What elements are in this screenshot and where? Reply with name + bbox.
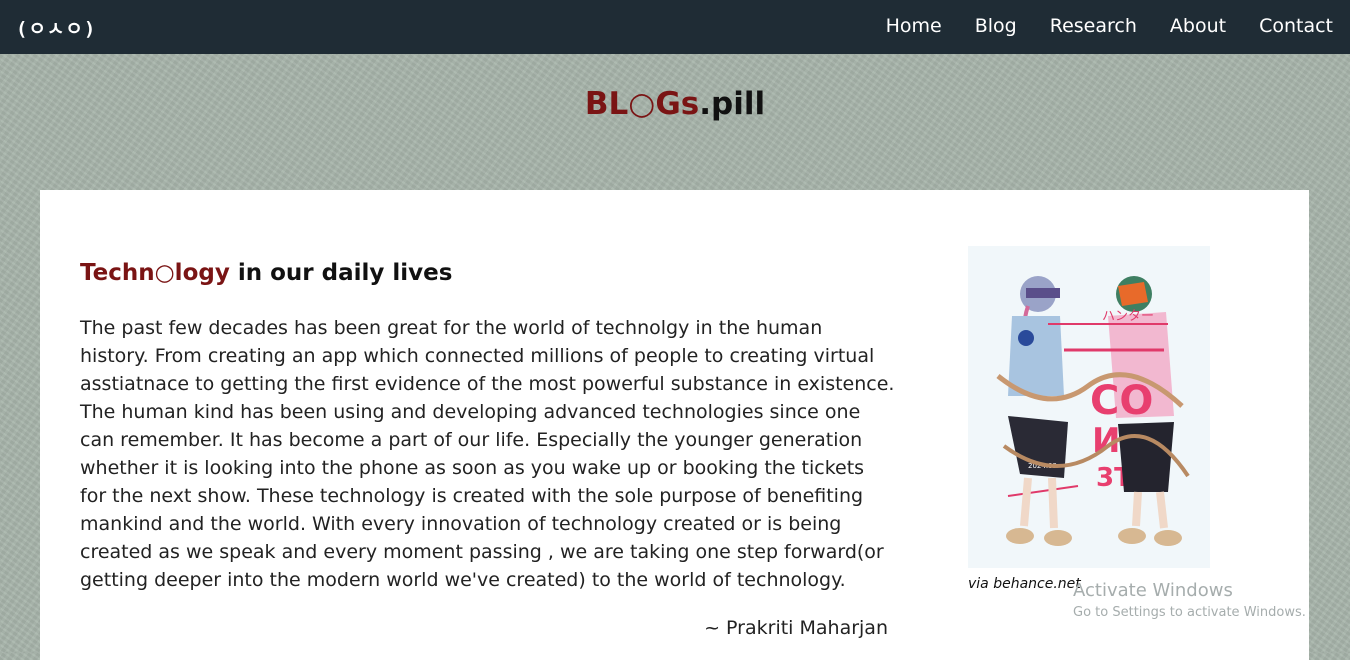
- site-title-rest: .pill: [699, 86, 766, 122]
- illustration-art: ハンター CO ИИ 3T 2024.09: [968, 246, 1210, 568]
- site-title-accent: BL○Gs: [584, 86, 700, 122]
- poster-text-1: ハンター: [1102, 309, 1154, 324]
- watermark-subtitle: Go to Settings to activate Windows.: [1073, 605, 1306, 620]
- article-title-accent: Techn○logy: [80, 260, 230, 286]
- nav-link-blog[interactable]: Blog: [975, 15, 1017, 37]
- article-title-rest: in our daily lives: [229, 260, 453, 286]
- watermark-title: Activate Windows: [1073, 580, 1233, 601]
- activate-windows-watermark: Activate Windows Go to Settings to activ…: [1073, 580, 1306, 620]
- nav-link-contact[interactable]: Contact: [1259, 15, 1333, 37]
- nav-link-about[interactable]: About: [1170, 15, 1226, 37]
- image-caption: via behance.net: [968, 576, 1081, 592]
- site-logo[interactable]: (ㅇㅅㅇ): [16, 14, 96, 41]
- article-author: ~ Prakriti Maharjan: [704, 617, 888, 639]
- top-navbar: (ㅇㅅㅇ) Home Blog Research About Contact: [0, 0, 1350, 54]
- nav-link-research[interactable]: Research: [1050, 15, 1137, 37]
- nav-links: Home Blog Research About Contact: [853, 15, 1333, 37]
- site-title: BL○Gs.pill: [0, 86, 1350, 122]
- article-title: Techn○logy in our daily lives: [80, 260, 452, 286]
- article-illustration: ハンター CO ИИ 3T 2024.09: [968, 246, 1210, 568]
- nav-link-home[interactable]: Home: [886, 15, 942, 37]
- poster-text-2: CO: [1090, 378, 1153, 424]
- article-body: The past few decades has been great for …: [80, 317, 895, 591]
